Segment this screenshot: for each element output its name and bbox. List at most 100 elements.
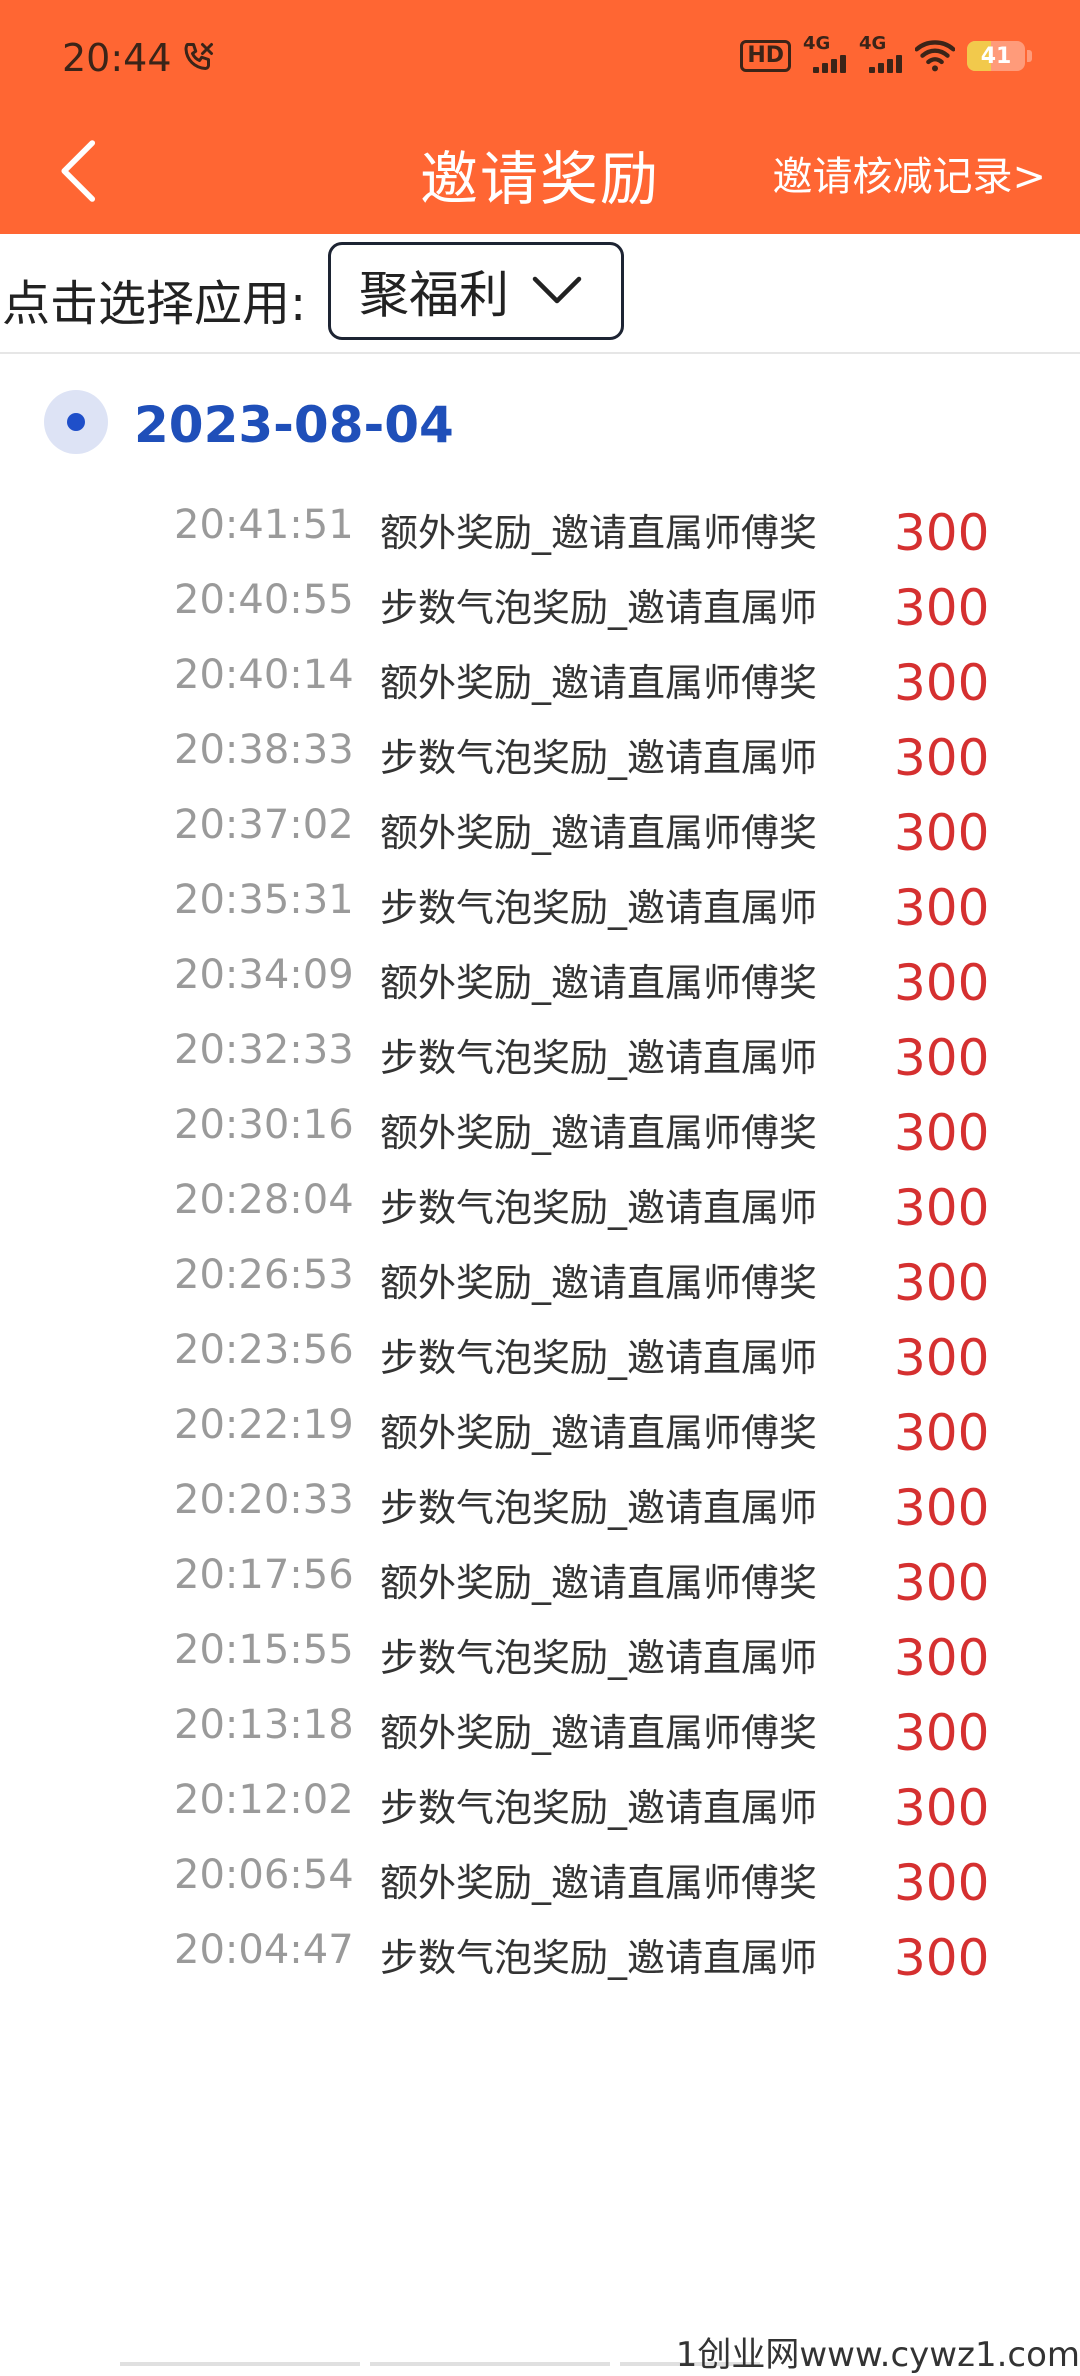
bottom-divider bbox=[120, 2362, 760, 2366]
invite-deduction-records-link[interactable]: 邀请核减记录> bbox=[772, 144, 1046, 202]
signal-icon-2: 4G bbox=[859, 35, 903, 73]
record-description: 步数气泡奖励_邀请直属师 bbox=[380, 1786, 818, 1830]
record-amount: 300 bbox=[894, 1929, 990, 1987]
battery-level: 41 bbox=[980, 43, 1012, 69]
record-time: 20:22:19 bbox=[174, 1402, 354, 1448]
record-description: 步数气泡奖励_邀请直属师 bbox=[380, 736, 818, 780]
record-time: 20:37:02 bbox=[174, 802, 354, 848]
record-description: 额外奖励_邀请直属师傅奖 bbox=[380, 811, 818, 855]
date-heading: 2023-08-04 bbox=[134, 396, 454, 454]
status-icons: HD 4G 4G 41 bbox=[740, 34, 1032, 78]
call-icon bbox=[184, 43, 213, 70]
record-time: 20:12:02 bbox=[174, 1777, 354, 1823]
record-row: 20:06:54 额外奖励_邀请直属师傅奖 300 bbox=[0, 1840, 1080, 1915]
record-description: 额外奖励_邀请直属师傅奖 bbox=[380, 1711, 818, 1755]
record-time: 20:35:31 bbox=[174, 877, 354, 923]
app-selector-dropdown[interactable]: 聚福利 bbox=[328, 242, 624, 340]
battery-tip bbox=[1027, 50, 1032, 62]
reward-record-list: 20:41:51 额外奖励_邀请直属师傅奖 300 20:40:55 步数气泡奖励_邀请… bbox=[0, 490, 1080, 1990]
record-amount: 300 bbox=[894, 1554, 990, 1612]
record-amount: 300 bbox=[894, 1179, 990, 1237]
record-time: 20:34:09 bbox=[174, 952, 354, 998]
record-description: 额外奖励_邀请直属师傅奖 bbox=[380, 511, 818, 555]
record-time: 20:13:18 bbox=[174, 1702, 354, 1748]
record-row: 20:17:56 额外奖励_邀请直属师傅奖 300 bbox=[0, 1540, 1080, 1615]
watermark: 1创业网www.cywz1.com bbox=[675, 2335, 1080, 2375]
record-row: 20:15:55 步数气泡奖励_邀请直属师 300 bbox=[0, 1615, 1080, 1690]
record-row: 20:26:53 额外奖励_邀请直属师傅奖 300 bbox=[0, 1240, 1080, 1315]
wifi-icon bbox=[915, 40, 955, 72]
record-row: 20:35:31 步数气泡奖励_邀请直属师 300 bbox=[0, 865, 1080, 940]
record-time: 20:32:33 bbox=[174, 1027, 354, 1073]
record-time: 20:30:16 bbox=[174, 1102, 354, 1148]
record-description: 步数气泡奖励_邀请直属师 bbox=[380, 886, 818, 930]
record-row: 20:28:04 步数气泡奖励_邀请直属师 300 bbox=[0, 1165, 1080, 1240]
status-time: 20:44 bbox=[62, 36, 172, 80]
record-description: 步数气泡奖励_邀请直属师 bbox=[380, 1036, 818, 1080]
record-row: 20:22:19 额外奖励_邀请直属师傅奖 300 bbox=[0, 1390, 1080, 1465]
record-amount: 300 bbox=[894, 729, 990, 787]
record-time: 20:41:51 bbox=[174, 502, 354, 548]
record-amount: 300 bbox=[894, 1254, 990, 1312]
record-amount: 300 bbox=[894, 1329, 990, 1387]
record-amount: 300 bbox=[894, 504, 990, 562]
record-amount: 300 bbox=[894, 804, 990, 862]
record-description: 步数气泡奖励_邀请直属师 bbox=[380, 1636, 818, 1680]
record-time: 20:40:14 bbox=[174, 652, 354, 698]
record-row: 20:23:56 步数气泡奖励_邀请直属师 300 bbox=[0, 1315, 1080, 1390]
record-time: 20:06:54 bbox=[174, 1852, 354, 1898]
record-amount: 300 bbox=[894, 954, 990, 1012]
record-amount: 300 bbox=[894, 1704, 990, 1762]
record-description: 额外奖励_邀请直属师傅奖 bbox=[380, 1561, 818, 1605]
record-description: 额外奖励_邀请直属师傅奖 bbox=[380, 961, 818, 1005]
nav-bar: 邀请奖励 邀请核减记录> bbox=[0, 118, 1080, 234]
record-row: 20:13:18 额外奖励_邀请直属师傅奖 300 bbox=[0, 1690, 1080, 1765]
record-row: 20:34:09 额外奖励_邀请直属师傅奖 300 bbox=[0, 940, 1080, 1015]
record-time: 20:28:04 bbox=[174, 1177, 354, 1223]
record-row: 20:38:33 步数气泡奖励_邀请直属师 300 bbox=[0, 715, 1080, 790]
record-description: 额外奖励_邀请直属师傅奖 bbox=[380, 1261, 818, 1305]
record-row: 20:37:02 额外奖励_邀请直属师傅奖 300 bbox=[0, 790, 1080, 865]
record-amount: 300 bbox=[894, 654, 990, 712]
header: 20:44 HD 4G 4G 41 邀请奖励 邀请核减记录> bbox=[0, 0, 1080, 234]
record-amount: 300 bbox=[894, 879, 990, 937]
chevron-down-icon bbox=[532, 276, 582, 304]
record-amount: 300 bbox=[894, 1029, 990, 1087]
record-amount: 300 bbox=[894, 1479, 990, 1537]
record-description: 步数气泡奖励_邀请直属师 bbox=[380, 586, 818, 630]
app-selector-value: 聚福利 bbox=[359, 266, 509, 324]
signal-label-2: 4G bbox=[859, 33, 887, 54]
record-description: 步数气泡奖励_邀请直属师 bbox=[380, 1186, 818, 1230]
record-time: 20:04:47 bbox=[174, 1927, 354, 1973]
record-description: 步数气泡奖励_邀请直属师 bbox=[380, 1486, 818, 1530]
record-amount: 300 bbox=[894, 579, 990, 637]
record-time: 20:23:56 bbox=[174, 1327, 354, 1373]
app-selector-label: 点击选择应用: bbox=[2, 276, 307, 332]
record-row: 20:04:47 步数气泡奖励_邀请直属师 300 bbox=[0, 1915, 1080, 1990]
signal-icon-1: 4G bbox=[803, 35, 847, 73]
record-time: 20:20:33 bbox=[174, 1477, 354, 1523]
record-row: 20:12:02 步数气泡奖励_邀请直属师 300 bbox=[0, 1765, 1080, 1840]
record-description: 额外奖励_邀请直属师傅奖 bbox=[380, 1861, 818, 1905]
record-amount: 300 bbox=[894, 1779, 990, 1837]
record-description: 步数气泡奖励_邀请直属师 bbox=[380, 1936, 818, 1980]
record-row: 20:30:16 额外奖励_邀请直属师傅奖 300 bbox=[0, 1090, 1080, 1165]
record-description: 步数气泡奖励_邀请直属师 bbox=[380, 1336, 818, 1380]
record-amount: 300 bbox=[894, 1854, 990, 1912]
record-row: 20:40:55 步数气泡奖励_邀请直属师 300 bbox=[0, 565, 1080, 640]
record-row: 20:32:33 步数气泡奖励_邀请直属师 300 bbox=[0, 1015, 1080, 1090]
record-row: 20:20:33 步数气泡奖励_邀请直属师 300 bbox=[0, 1465, 1080, 1540]
record-amount: 300 bbox=[894, 1404, 990, 1462]
record-time: 20:40:55 bbox=[174, 577, 354, 623]
app-selector-row: 点击选择应用: 聚福利 bbox=[0, 234, 1080, 354]
record-row: 20:41:51 额外奖励_邀请直属师傅奖 300 bbox=[0, 490, 1080, 565]
record-time: 20:17:56 bbox=[174, 1552, 354, 1598]
signal-label-1: 4G bbox=[803, 33, 831, 54]
hd-badge: HD bbox=[740, 40, 791, 72]
record-amount: 300 bbox=[894, 1104, 990, 1162]
record-time: 20:38:33 bbox=[174, 727, 354, 773]
status-bar: 20:44 HD 4G 4G 41 bbox=[0, 0, 1080, 118]
timeline-dot-icon bbox=[44, 390, 108, 454]
record-time: 20:26:53 bbox=[174, 1252, 354, 1298]
record-row: 20:40:14 额外奖励_邀请直属师傅奖 300 bbox=[0, 640, 1080, 715]
